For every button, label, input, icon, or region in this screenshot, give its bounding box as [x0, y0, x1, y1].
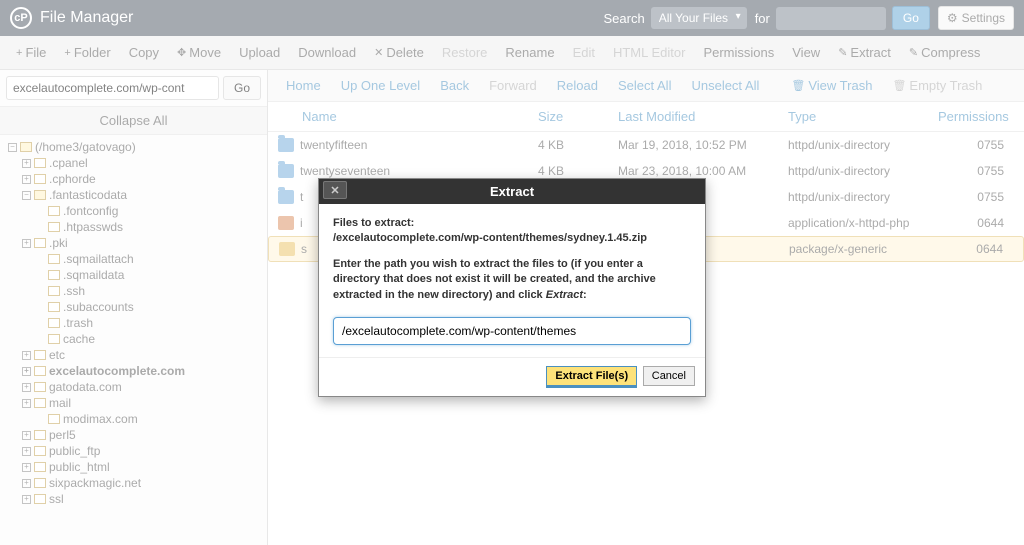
close-icon[interactable]: ✕: [323, 181, 347, 199]
extract-files-button[interactable]: Extract File(s): [546, 366, 637, 386]
instruction-text: Enter the path you wish to extract the f…: [333, 258, 656, 301]
files-label: Files to extract:: [333, 217, 414, 229]
modal-header: ✕ Extract: [319, 179, 705, 204]
cancel-button[interactable]: Cancel: [643, 366, 695, 386]
files-path: /excelautocomplete.com/wp-content/themes…: [333, 232, 647, 244]
extract-modal: ✕ Extract Files to extract: /excelautoco…: [318, 178, 706, 397]
extract-path-input[interactable]: [333, 317, 691, 345]
